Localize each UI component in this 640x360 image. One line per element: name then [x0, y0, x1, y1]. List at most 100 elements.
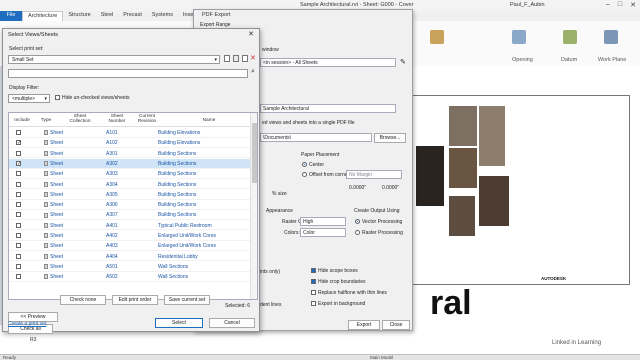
include-checkbox[interactable] [16, 150, 21, 158]
column-include[interactable]: Include [12, 118, 32, 123]
offset-radio-dot[interactable] [302, 172, 307, 178]
print-set-select[interactable]: <in session> - All Sheets [260, 58, 396, 67]
table-row[interactable]: Sheet A402 Enlarged Unit/Work Cores [9, 231, 252, 241]
hide-crop-checkbox[interactable] [311, 279, 316, 285]
table-row[interactable]: Sheet A306 Building Sections [9, 200, 252, 210]
display-filter-dropdown[interactable]: <multiple> ▾ [8, 94, 50, 103]
opening-icon[interactable] [512, 30, 526, 44]
replace-halftone[interactable]: Replace halftone with thin lines [311, 290, 387, 296]
edit-pencil-icon[interactable]: ✎ [400, 58, 406, 66]
offset-x[interactable]: 0.0000" [349, 185, 366, 191]
offset-radio[interactable]: Offset from corner: [302, 172, 351, 178]
include-checkbox[interactable] [16, 263, 21, 271]
file-name-input[interactable]: Sample Architectural [260, 104, 396, 113]
table-row[interactable]: Sheet A404 Residential Lobby [9, 252, 252, 262]
include-checkbox[interactable] [16, 233, 21, 240]
include-checkbox[interactable] [16, 130, 21, 137]
include-checkbox[interactable] [16, 222, 21, 230]
column-type[interactable]: Type [37, 118, 55, 123]
print-set-dropdown-value: Small Set [12, 57, 34, 63]
table-row[interactable]: ✓ Sheet A102 Building Elevations [9, 138, 252, 149]
rename-set-icon[interactable] [242, 55, 248, 62]
vector-radio-dot[interactable] [355, 219, 360, 225]
include-checkbox[interactable] [16, 171, 21, 178]
table-row[interactable]: Sheet A303 Building Sections [9, 169, 252, 179]
search-input[interactable] [8, 69, 248, 78]
tab-steel[interactable]: Steel [96, 11, 119, 21]
include-checkbox[interactable]: ✓ [16, 160, 21, 167]
include-checkbox[interactable] [16, 274, 21, 281]
browser-item[interactable]: R3 [30, 337, 36, 343]
minimize-icon[interactable]: – [606, 1, 610, 9]
table-row[interactable]: Sheet A403 Enlarged Unit/Work Cores [9, 241, 252, 252]
new-set-icon[interactable] [224, 55, 230, 62]
column-revision[interactable]: Current Revision [133, 114, 161, 124]
tab-file[interactable]: File [0, 11, 22, 21]
check-none-button[interactable]: Check none [60, 295, 106, 305]
hide-scope-checkbox[interactable] [311, 268, 316, 274]
include-checkbox[interactable] [16, 191, 21, 199]
select-button[interactable]: Select [155, 318, 203, 328]
table-row[interactable]: Sheet A101 Building Elevations [9, 128, 252, 138]
table-row[interactable]: Sheet A304 Building Sections [9, 180, 252, 190]
table-row[interactable]: Sheet A301 Building Sections [9, 149, 252, 159]
export-in-background[interactable]: Export in background [311, 301, 365, 307]
hide-unchecked-option[interactable]: Hide un-checked views/sheets [55, 95, 130, 101]
vector-radio[interactable]: Vector Processing [355, 219, 402, 225]
tab-structure[interactable]: Structure [63, 11, 95, 21]
delete-set-icon[interactable]: ✕ [250, 54, 256, 62]
print-set-dropdown[interactable]: Small Set ▾ [8, 55, 220, 64]
margin-select[interactable]: No Margin [346, 170, 402, 179]
table-scrollbar[interactable] [250, 113, 257, 299]
scrollbar-thumb[interactable] [252, 123, 257, 183]
close-icon[interactable]: ✕ [248, 30, 254, 38]
maximize-icon[interactable]: □ [618, 1, 622, 9]
include-checkbox[interactable]: ✓ [16, 140, 21, 146]
close-button[interactable]: Close [382, 320, 410, 330]
hide-crop-boundaries[interactable]: Hide crop boundaries [311, 279, 366, 285]
browse-button[interactable]: Browse... [374, 133, 406, 143]
create-print-set-link[interactable]: Create a print set [8, 321, 46, 327]
table-row[interactable]: Sheet A501 Wall Sections [9, 262, 252, 272]
table-row[interactable]: ✓ Sheet A302 Building Sections [9, 158, 252, 169]
tab-systems[interactable]: Systems [147, 11, 178, 21]
center-radio-dot[interactable] [302, 162, 307, 168]
cancel-button[interactable]: Cancel [209, 318, 255, 328]
table-row[interactable]: Sheet A305 Building Sections [9, 190, 252, 200]
shaft-icon[interactable] [430, 30, 444, 44]
edit-print-order-button[interactable]: Edit print order [112, 295, 158, 305]
tab-architecture[interactable]: Architecture [22, 11, 64, 21]
replace-halftone-checkbox[interactable] [311, 290, 316, 296]
save-current-set-button[interactable]: Save current set [164, 295, 210, 305]
raster-radio[interactable]: Raster Processing [355, 230, 403, 236]
folder-input[interactable]: \Documents\ [260, 133, 372, 142]
hide-scope-boxes[interactable]: Hide scope boxes [311, 268, 358, 274]
user-name[interactable]: Paul_F_Aubin [510, 2, 545, 8]
close-window-icon[interactable]: ✕ [630, 1, 636, 9]
table-row[interactable]: Sheet A401 Typical Public Restroom [9, 221, 252, 231]
include-checkbox[interactable] [16, 243, 21, 250]
offset-y[interactable]: 0.0000" [382, 185, 399, 191]
column-name[interactable]: Name [189, 118, 229, 123]
search-icon[interactable]: ⌕ [251, 68, 255, 76]
colors-select[interactable]: Color [300, 228, 346, 237]
center-radio[interactable]: Center [302, 162, 324, 168]
sheet-view[interactable]: AUTODESK [400, 95, 630, 285]
include-checkbox[interactable] [16, 202, 21, 209]
export-background-checkbox[interactable] [311, 301, 316, 307]
raster-quality-select[interactable]: High [300, 217, 346, 226]
table-row[interactable]: Sheet A307 Building Sections [9, 210, 252, 221]
table-row[interactable]: Sheet A502 Wall Sections [9, 272, 252, 282]
duplicate-set-icon[interactable] [233, 55, 239, 62]
include-checkbox[interactable] [16, 181, 21, 189]
column-collection[interactable]: Sheet Collection [65, 114, 95, 124]
hide-unchecked-checkbox[interactable] [55, 95, 60, 101]
tab-precast[interactable]: Precast [118, 11, 147, 21]
column-number[interactable]: Sheet Number [103, 114, 131, 124]
work-plane-icon[interactable] [604, 30, 618, 44]
include-checkbox[interactable] [16, 253, 21, 261]
level-icon[interactable] [563, 30, 577, 44]
export-button[interactable]: Export [348, 320, 380, 330]
include-checkbox[interactable] [16, 212, 21, 219]
raster-radio-dot[interactable] [355, 230, 360, 236]
